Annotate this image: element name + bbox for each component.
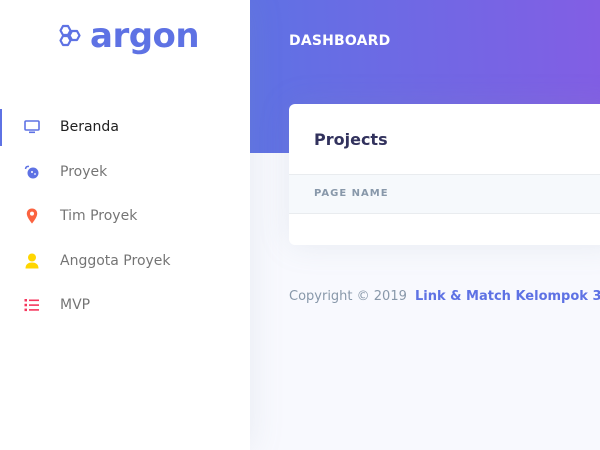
planet-icon <box>24 164 40 180</box>
sidebar-item-anggota-proyek[interactable]: Anggota Proyek <box>0 239 250 284</box>
hexagon-logo-icon <box>59 24 81 47</box>
sidebar-item-label: MVP <box>60 297 91 314</box>
projects-card: Projects PAGE NAME <box>289 104 600 245</box>
column-header-page-name: PAGE NAME <box>314 188 389 199</box>
sidebar-item-label: Proyek <box>60 163 108 180</box>
sidebar: argon Beranda Proyek Tim Proyek Anggota … <box>0 0 250 450</box>
page-title[interactable]: DASHBOARD <box>289 33 391 49</box>
copyright-text: Copyright © 2019 <box>289 289 407 304</box>
sidebar-item-beranda[interactable]: Beranda <box>0 105 250 150</box>
sidebar-nav: Beranda Proyek Tim Proyek Anggota Proyek… <box>0 105 250 328</box>
user-icon <box>24 253 40 269</box>
sidebar-item-tim-proyek[interactable]: Tim Proyek <box>0 194 250 239</box>
sidebar-item-label: Tim Proyek <box>60 208 138 225</box>
footer: Copyright © 2019 Link & Match Kelompok 3 <box>289 289 600 304</box>
list-icon <box>24 297 40 313</box>
table-header: PAGE NAME <box>289 174 600 214</box>
brand-name: argon <box>90 16 200 56</box>
pin-icon <box>24 208 40 224</box>
sidebar-item-proyek[interactable]: Proyek <box>0 150 250 195</box>
footer-link[interactable]: Link & Match Kelompok 3 <box>415 289 600 304</box>
sidebar-item-mvp[interactable]: MVP <box>0 283 250 328</box>
brand-logo[interactable]: argon <box>56 16 200 56</box>
card-title: Projects <box>314 130 388 149</box>
tv-icon <box>24 119 40 135</box>
sidebar-item-label: Beranda <box>60 119 119 136</box>
sidebar-item-label: Anggota Proyek <box>60 252 171 269</box>
